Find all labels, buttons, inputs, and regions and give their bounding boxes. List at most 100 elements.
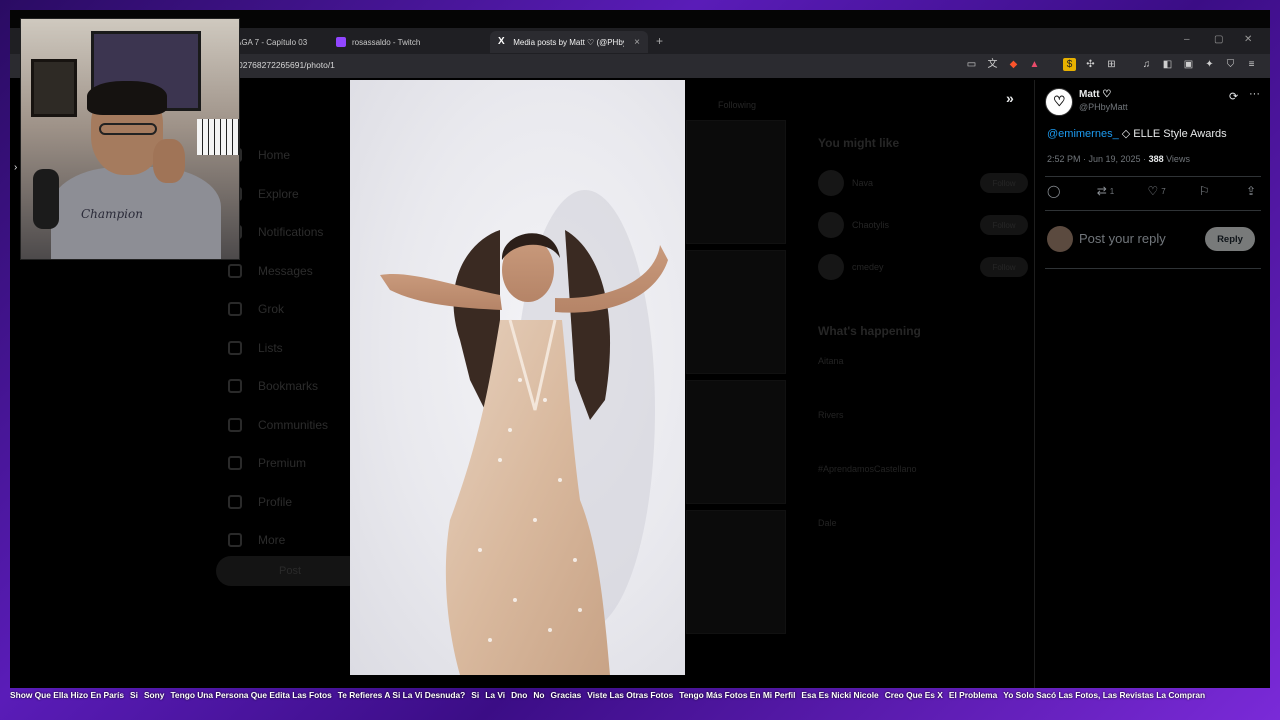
nav-item[interactable]: Lists bbox=[228, 329, 328, 368]
tab-close-icon[interactable]: × bbox=[634, 37, 640, 48]
suggestion-row[interactable]: Chaotylis Follow bbox=[818, 204, 1028, 246]
media-thumbnail[interactable] bbox=[686, 510, 786, 634]
nav-item[interactable]: More bbox=[228, 521, 328, 560]
nav-label: Bookmarks bbox=[258, 379, 319, 394]
subtitle-phrase: Si bbox=[471, 690, 480, 700]
piano-keys bbox=[197, 119, 239, 155]
translate-icon[interactable]: 文 bbox=[986, 58, 999, 71]
you-might-like-heading: You might like bbox=[818, 136, 900, 150]
heart-icon: ♡ bbox=[1147, 184, 1159, 198]
media-thumbnail-grid bbox=[686, 120, 786, 640]
separator bbox=[1049, 58, 1055, 71]
bookmark-icon: ⚐ bbox=[1198, 184, 1210, 198]
collapse-panel-icon[interactable]: » bbox=[1006, 90, 1014, 106]
close-window-icon[interactable]: ✕ bbox=[1244, 34, 1252, 45]
media-photo[interactable] bbox=[350, 80, 685, 675]
nav-item[interactable]: Bookmarks bbox=[228, 367, 328, 406]
reply-action[interactable]: ◯ bbox=[1047, 184, 1063, 198]
tab-following[interactable]: Following bbox=[718, 100, 756, 110]
streamer-hand bbox=[153, 139, 185, 183]
suggestion-name: Chaotylis bbox=[852, 220, 890, 230]
suggestion-name: cmedey bbox=[852, 262, 884, 272]
reply-button[interactable]: Reply bbox=[1205, 227, 1255, 251]
subtitle-phrase: Esa Es Nicki Nicole bbox=[801, 690, 879, 700]
wall-frame bbox=[31, 59, 77, 117]
cast-icon[interactable]: ▭ bbox=[965, 58, 978, 71]
nav-item[interactable]: Notifications bbox=[228, 213, 328, 252]
avatar bbox=[818, 212, 844, 238]
minimize-icon[interactable]: – bbox=[1184, 34, 1190, 45]
trend-item[interactable]: #AprendamosCastellano bbox=[818, 458, 1028, 512]
divider bbox=[1045, 176, 1261, 177]
trend-item[interactable]: Aitana bbox=[818, 350, 1028, 404]
nav-item[interactable]: Home bbox=[228, 136, 328, 175]
tweet-body: ◇ ELLE Style Awards bbox=[1118, 128, 1227, 140]
maximize-icon[interactable]: ▢ bbox=[1214, 34, 1223, 45]
grok-explain-icon[interactable]: ⟳ bbox=[1229, 90, 1238, 103]
streamer-hair bbox=[87, 81, 167, 115]
subtitle-phrase: Sony bbox=[143, 690, 165, 700]
brave-rewards-icon[interactable]: ▲ bbox=[1028, 58, 1041, 71]
post-button[interactable]: Post bbox=[216, 556, 364, 586]
nav-label: Grok bbox=[258, 302, 285, 317]
browser-tab-active[interactable]: X Media posts by Matt ♡ (@PHbyM × bbox=[490, 31, 648, 53]
list-icon bbox=[228, 340, 242, 355]
divider bbox=[1045, 210, 1261, 211]
browser-tab-2[interactable]: rosassaldo - Twitch bbox=[328, 31, 428, 53]
nav-item[interactable]: Communities bbox=[228, 406, 328, 445]
retweet-count: 1 bbox=[1109, 186, 1115, 196]
dimmed-sidebar-nav: Home Explore Notifications Messages Grok… bbox=[228, 136, 328, 560]
author-handle[interactable]: @PHbyMatt bbox=[1079, 102, 1128, 112]
media-thumbnail[interactable] bbox=[686, 250, 786, 374]
bookmark-icon bbox=[228, 379, 242, 394]
suggestion-row[interactable]: cmedey Follow bbox=[818, 246, 1028, 288]
grok-icon bbox=[228, 302, 242, 317]
subtitle-phrase: Gracias bbox=[550, 690, 582, 700]
shirt-logo: Champion bbox=[81, 207, 143, 221]
nav-item[interactable]: Messages bbox=[228, 252, 328, 291]
bookmark-action[interactable]: ⚐ bbox=[1199, 184, 1213, 198]
media-thumbnail[interactable] bbox=[686, 380, 786, 504]
nav-label: Messages bbox=[258, 263, 313, 278]
author-avatar[interactable]: ♡ bbox=[1045, 88, 1073, 116]
suggestion-row[interactable]: Nava Follow bbox=[818, 162, 1028, 204]
nav-item[interactable]: Explore bbox=[228, 175, 328, 214]
tab-label: rosassaldo - Twitch bbox=[352, 37, 421, 47]
tweet-timestamp[interactable]: 2:52 PM · Jun 19, 2025 · bbox=[1047, 154, 1149, 164]
like-action[interactable]: ♡ 7 bbox=[1147, 184, 1165, 198]
trend-item[interactable]: Dale bbox=[818, 512, 1028, 566]
trend-item[interactable]: Rivers bbox=[818, 404, 1028, 458]
retweet-action[interactable]: ⇄ 1 bbox=[1097, 184, 1115, 198]
url-text[interactable]: 027682722656​91/photo/1 bbox=[238, 60, 335, 70]
sidebar-icon[interactable]: ◧ bbox=[1161, 58, 1174, 71]
new-tab-button[interactable]: + bbox=[656, 34, 663, 48]
extension-toolbar: ▭ 文 ◆ ▲ $ ✣ ⊞ ♫ ◧ ▣ ✦ ⛉ ≡ bbox=[965, 58, 1258, 71]
divider bbox=[1045, 268, 1261, 269]
more-options-icon[interactable]: ··· bbox=[1249, 88, 1260, 100]
wallet-icon[interactable]: ▣ bbox=[1182, 58, 1195, 71]
menu-icon[interactable]: ≡ bbox=[1245, 58, 1258, 71]
follow-button[interactable]: Follow bbox=[980, 215, 1028, 235]
dimmed-right-sidebar: You might like Nava Follow Chaotylis Fol… bbox=[818, 128, 1028, 566]
extension-yellow-icon[interactable]: $ bbox=[1063, 58, 1076, 71]
subtitle-phrase: Creo Que Es X bbox=[884, 690, 943, 700]
media-thumbnail[interactable] bbox=[686, 120, 786, 244]
leo-ai-icon[interactable]: ✦ bbox=[1203, 58, 1216, 71]
nav-label: Notifications bbox=[258, 225, 324, 240]
reply-input[interactable]: Post your reply bbox=[1079, 231, 1166, 246]
mention-link[interactable]: @emimernes_ bbox=[1047, 128, 1119, 140]
share-action[interactable]: ⇪ bbox=[1246, 184, 1259, 198]
browser-tab-1[interactable]: AGA 7 - Capítulo 03 bbox=[228, 31, 315, 53]
vpn-shield-icon[interactable]: ⛉ bbox=[1224, 58, 1237, 71]
nav-item[interactable]: Grok bbox=[228, 290, 328, 329]
nav-item[interactable]: Premium bbox=[228, 444, 328, 483]
nav-item[interactable]: Profile bbox=[228, 483, 328, 522]
media-control-icon[interactable]: ♫ bbox=[1140, 58, 1153, 71]
puzzle-extensions-icon[interactable]: ✣ bbox=[1084, 58, 1097, 71]
screenshot-icon[interactable]: ⊞ bbox=[1105, 58, 1118, 71]
follow-button[interactable]: Follow bbox=[980, 257, 1028, 277]
follow-button[interactable]: Follow bbox=[980, 173, 1028, 193]
author-name[interactable]: Matt ♡ bbox=[1079, 89, 1111, 100]
brave-shield-icon[interactable]: ◆ bbox=[1007, 58, 1020, 71]
chevron-right-icon[interactable]: › bbox=[14, 162, 17, 173]
